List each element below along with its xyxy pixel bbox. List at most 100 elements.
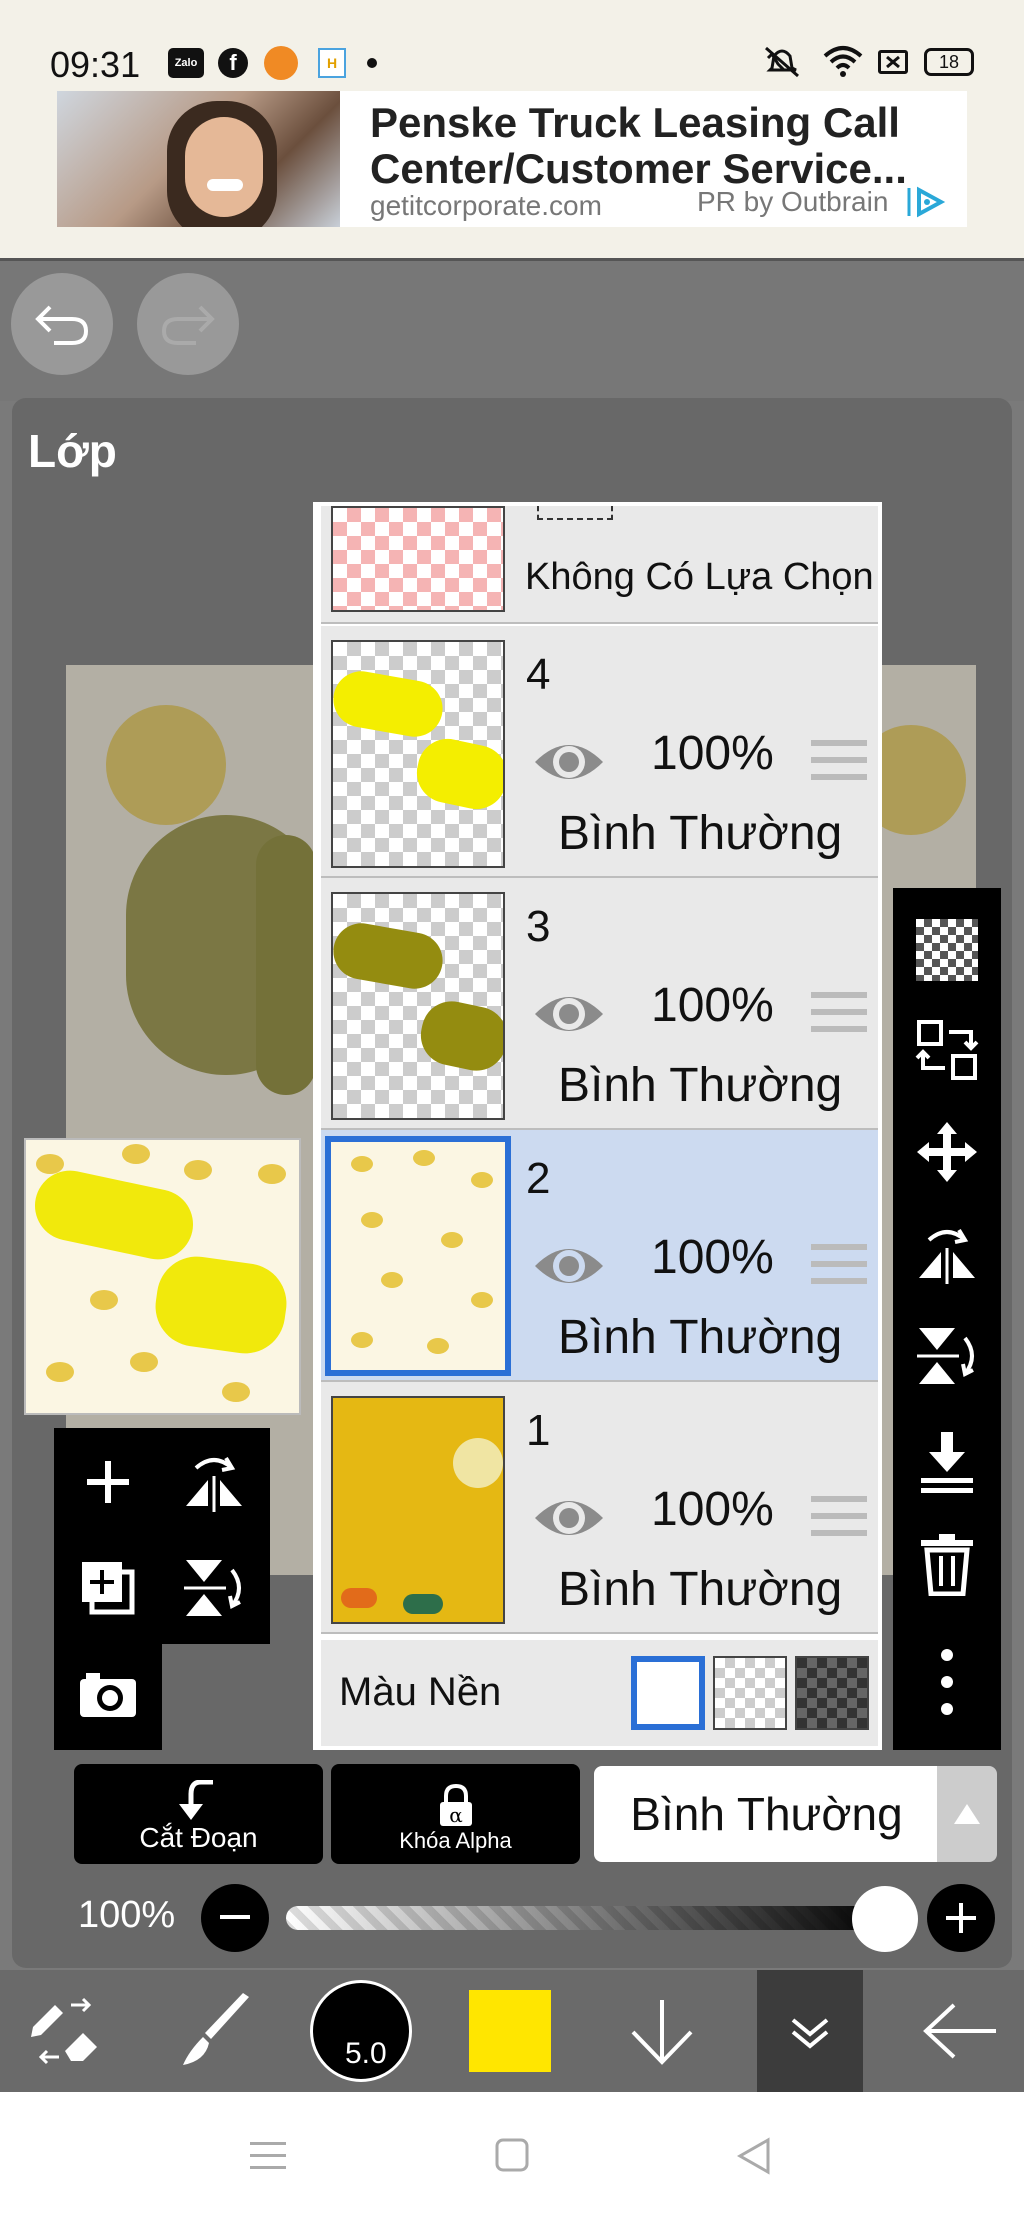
drag-handle-icon[interactable] [811,1496,867,1540]
trash-icon [921,1534,973,1596]
opacity-label: 100% [78,1894,176,1936]
ad-credit[interactable]: PR by Outbrain [697,186,888,218]
flip-vertical-button[interactable] [907,1316,987,1396]
layer-row[interactable]: 1 100% Bình Thường [321,1382,878,1634]
merge-down-button[interactable] [907,1422,987,1502]
drag-handle-icon[interactable] [811,740,867,784]
opacity-slider-handle[interactable] [852,1886,918,1952]
opacity-decrease-button[interactable] [201,1884,269,1952]
flip-canvas-horizontal-button[interactable] [174,1442,254,1522]
flip-canvas-vertical-button[interactable] [174,1548,254,1628]
layer-name: 2 [526,1154,551,1203]
merge-down-icon [921,1432,973,1493]
triangle-back-icon [736,2137,770,2175]
more-options-button[interactable] [907,1642,987,1722]
arrow-down-icon [631,2000,693,2065]
screen-icon [878,50,908,74]
layer-blend-mode: Bình Thường [558,807,843,860]
layer-name: 4 [526,650,551,699]
status-time: 09:31 [50,44,141,85]
layer-thumbnail [325,1136,511,1376]
bg-dark-swatch[interactable] [795,1656,869,1730]
duplicate-layer-button[interactable] [68,1548,148,1628]
drag-handle-icon[interactable] [811,992,867,1036]
layer-row[interactable]: 4 100% Bình Thường [321,626,878,878]
dot-icon [367,58,377,68]
alpha-lock-label: Khóa Alpha [399,1828,512,1853]
undo-icon [35,305,89,345]
selection-label: Không Có Lựa Chọn [525,556,874,598]
ad-image[interactable] [57,91,340,227]
more-vertical-icon [941,1649,953,1715]
color-swatch [469,1990,551,2072]
undo-button[interactable] [11,273,113,375]
back-button[interactable] [910,1970,1010,2092]
camera-icon [80,1673,136,1717]
duplicate-icon [82,1562,135,1615]
layer-opacity: 100% [651,727,774,780]
flip-vertical-icon [917,1328,974,1384]
app-orange-icon [264,46,298,80]
add-layer-button[interactable] [68,1442,148,1522]
plus-icon [87,1461,129,1503]
opacity-slider[interactable] [286,1906,886,1930]
layer-thumbnail [331,640,505,868]
svg-text:α: α [449,1803,463,1827]
clipping-button[interactable]: Cắt Đoạn [74,1764,323,1864]
selection-marquee-icon [537,506,613,520]
move-button[interactable] [907,1112,987,1192]
zalo-icon: Zalo [168,48,204,78]
brush-tool-button[interactable] [160,1970,270,2092]
ad-domain[interactable]: getitcorporate.com [370,190,602,222]
color-button[interactable] [460,1970,560,2092]
alpha-lock-button[interactable]: α Khóa Alpha [331,1764,580,1864]
tool-switch-button[interactable] [10,1970,120,2092]
eye-icon[interactable] [531,986,607,1042]
opacity-increase-button[interactable] [927,1884,995,1952]
flip-vertical-icon [184,1560,241,1616]
selection-layer-row[interactable]: Không Có Lựa Chọn [321,506,878,624]
layers-panel-button[interactable] [757,1970,863,2092]
layer-name: 3 [526,902,551,951]
layer-thumbnail [331,892,505,1120]
layer-row-selected[interactable]: 2 100% Bình Thường [321,1130,878,1382]
eye-icon[interactable] [531,1238,607,1294]
layer-blend-mode: Bình Thường [558,1563,843,1616]
swap-layer-button[interactable] [907,1010,987,1090]
drag-handle-icon[interactable] [811,1244,867,1288]
ad-title[interactable]: Penske Truck Leasing Call Center/Custome… [370,100,960,190]
arrow-left-icon [923,2003,996,2059]
move-icon [917,1122,977,1182]
blend-mode-select[interactable]: Bình Thường [594,1766,939,1862]
flip-horizontal-button[interactable] [907,1214,987,1294]
checker-transparency-button[interactable] [907,910,987,990]
minus-icon [220,1915,250,1919]
eye-icon[interactable] [531,734,607,790]
brush-size-button[interactable]: 5.0 [306,1970,416,2092]
brush-size-value: 5.0 [345,2037,387,2070]
layer-down-button[interactable] [612,1970,712,2092]
redo-button[interactable] [137,273,239,375]
background-color-row: Màu Nền [321,1640,878,1746]
canvas-preview[interactable] [24,1138,301,1415]
selection-thumbnail [331,506,505,612]
eye-icon[interactable] [531,1490,607,1546]
swap-layers-icon [915,1020,979,1080]
bg-transparent-swatch[interactable] [713,1656,787,1730]
delete-layer-button[interactable] [907,1524,987,1604]
layer-opacity: 100% [651,979,774,1032]
camera-button[interactable] [68,1654,148,1734]
home-button[interactable] [494,2137,530,2173]
recent-apps-button[interactable] [246,2136,290,2176]
blend-mode-dropdown-button[interactable] [937,1766,997,1862]
system-back-button[interactable] [734,2136,774,2176]
bg-white-swatch[interactable] [631,1656,705,1730]
flip-horizontal-icon [186,1456,242,1512]
layer-row[interactable]: 3 100% Bình Thường [321,878,878,1130]
lock-icon: α [439,1784,472,1827]
flip-horizontal-icon [919,1228,975,1284]
brush-icon [183,1993,249,2065]
mute-icon [762,44,802,78]
adchoices-icon[interactable] [905,184,949,220]
chevron-double-down-icon [791,2018,829,2049]
